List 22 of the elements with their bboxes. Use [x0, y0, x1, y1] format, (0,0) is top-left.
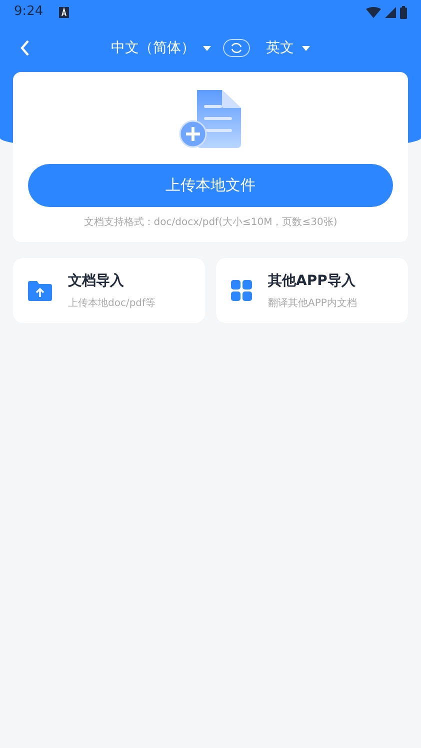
notification-icon — [59, 6, 70, 18]
folder-upload-icon — [28, 280, 52, 300]
format-note: 文档支持格式：doc/docx/pdf(大小≤10M，页数≤30张) — [82, 216, 338, 230]
back-icon[interactable] — [20, 40, 30, 56]
caret-icon — [302, 46, 310, 50]
signal-icon — [385, 6, 396, 18]
source-language-dropdown[interactable]: 中文（简体） — [111, 38, 211, 58]
option-subtitle: 上传本地doc/pdf等 — [68, 296, 156, 310]
apps-grid-icon — [231, 280, 252, 301]
caret-icon — [203, 46, 211, 50]
document-add-icon — [178, 90, 242, 148]
status-time: 9:24 — [14, 3, 44, 22]
option-subtitle: 翻译其他APP内文档 — [268, 296, 357, 310]
option-title: 文档导入 — [68, 272, 125, 290]
option-title: 其他APP导入 — [268, 272, 356, 290]
wifi-icon — [366, 6, 381, 18]
import-option-card[interactable]: 文档导入 上传本地doc/pdf等 — [13, 258, 205, 323]
target-language-dropdown[interactable]: 英文 — [266, 38, 310, 58]
swap-icon[interactable] — [223, 39, 250, 57]
upload-button[interactable]: 上传本地文件 — [28, 164, 393, 207]
battery-icon — [400, 6, 407, 18]
import-option-card[interactable]: 其他APP导入 翻译其他APP内文档 — [216, 258, 408, 323]
